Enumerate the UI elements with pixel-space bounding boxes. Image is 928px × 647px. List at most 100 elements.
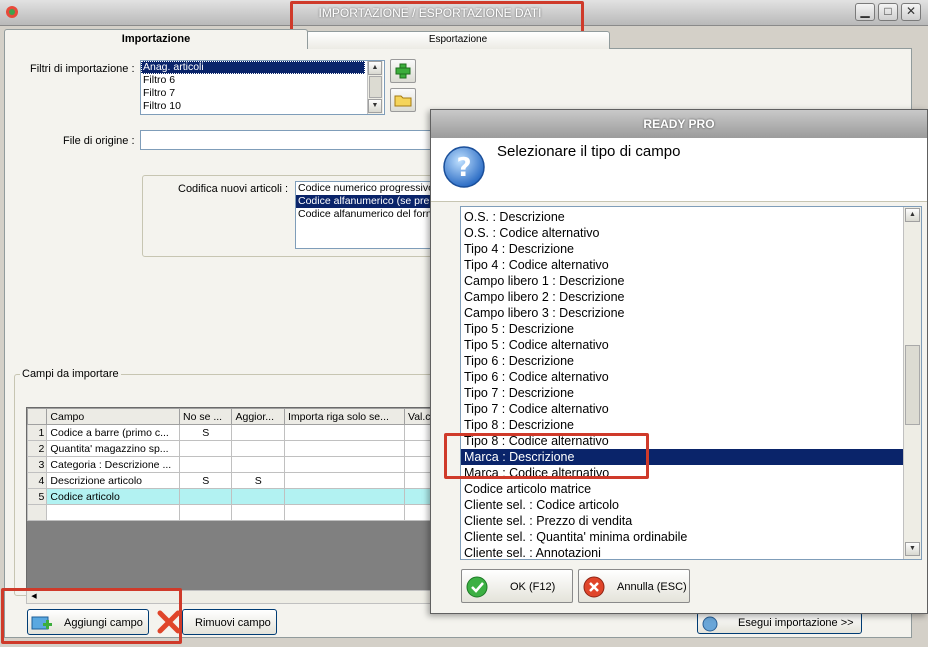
list-item[interactable]: Codice articolo matrice — [461, 481, 921, 497]
filters-scrollbar[interactable]: ▲ ▼ — [367, 61, 383, 114]
list-item[interactable]: O.S. : Codice alternativo — [461, 225, 921, 241]
grid-cell[interactable]: Categoria : Descrizione ... — [46, 456, 180, 473]
grid-cell[interactable]: Quantita' magazzino sp... — [46, 440, 180, 457]
scroll-down-arrow-icon[interactable]: ▼ — [905, 542, 920, 556]
open-filter-button[interactable] — [390, 88, 416, 112]
list-item[interactable]: Campo libero 3 : Descrizione — [461, 305, 921, 321]
grid-cell[interactable]: Codice a barre (primo c... — [46, 424, 180, 441]
row-number: 5 — [27, 488, 48, 505]
add-field-button[interactable]: Aggiungi campo — [27, 609, 149, 635]
column-header[interactable]: Importa riga solo se... — [283, 408, 405, 425]
ok-label: OK (F12) — [510, 581, 556, 593]
scroll-thumb[interactable] — [369, 76, 382, 98]
table-row[interactable]: 3 Categoria : Descrizione ... — [27, 456, 435, 473]
field-type-list[interactable]: O.S. : Descrizione O.S. : Codice alterna… — [460, 206, 922, 560]
filters-list[interactable]: Anag. articoli Filtro 6 Filtro 7 Filtro … — [140, 60, 385, 115]
grid-cell[interactable] — [283, 440, 405, 457]
table-row-current[interactable]: 5 Codice articolo — [27, 488, 435, 505]
codifica-item[interactable]: Codice alfanumerico del forn — [296, 208, 434, 221]
grid-cell[interactable]: S — [231, 472, 285, 489]
list-item[interactable]: Tipo 5 : Codice alternativo — [461, 337, 921, 353]
grid-cell[interactable] — [178, 440, 233, 457]
tab-esportazione[interactable]: Esportazione — [306, 31, 610, 49]
column-header[interactable]: No se ... — [178, 408, 233, 425]
grid-cell[interactable] — [231, 456, 285, 473]
list-item[interactable]: Cliente sel. : Quantita' minima ordinabi… — [461, 529, 921, 545]
minimize-button[interactable]: ▁ — [855, 3, 875, 21]
grid-cell[interactable]: Codice articolo — [46, 488, 180, 505]
list-item[interactable]: Campo libero 1 : Descrizione — [461, 273, 921, 289]
codifica-item[interactable]: Codice numerico progressivo — [296, 182, 434, 195]
list-item[interactable]: Tipo 6 : Codice alternativo — [461, 369, 921, 385]
list-item[interactable]: Tipo 4 : Descrizione — [461, 241, 921, 257]
app-icon — [6, 6, 18, 18]
grid-cell[interactable]: S — [178, 472, 233, 489]
run-icon — [702, 616, 718, 632]
fields-grid[interactable]: Campo No se ... Aggior... Importa riga s… — [26, 407, 436, 592]
grid-cell[interactable] — [283, 472, 405, 489]
maximize-button[interactable]: □ — [878, 3, 898, 21]
grid-cell[interactable] — [178, 456, 233, 473]
grid-cell[interactable] — [283, 456, 405, 473]
dialog-title[interactable]: READY PRO — [431, 110, 927, 138]
scroll-up-arrow-icon[interactable]: ▲ — [905, 208, 920, 222]
table-row[interactable]: 1 Codice a barre (primo c... S — [27, 424, 435, 441]
ok-button[interactable]: OK (F12) — [461, 569, 573, 603]
list-item[interactable]: Cliente sel. : Prezzo di vendita — [461, 513, 921, 529]
scroll-thumb[interactable] — [905, 345, 920, 425]
grid-cell[interactable]: Descrizione articolo — [46, 472, 180, 489]
filters-label: Filtri di importazione : — [30, 63, 135, 75]
grid-cell[interactable] — [283, 424, 405, 441]
grid-cell[interactable] — [283, 488, 405, 505]
scroll-up-arrow-icon[interactable]: ▲ — [368, 61, 382, 75]
grid-cell[interactable] — [231, 504, 285, 521]
file-origin-label: File di origine : — [63, 135, 135, 147]
grid-cell[interactable] — [231, 440, 285, 457]
grid-cell[interactable] — [283, 504, 405, 521]
check-icon — [466, 576, 488, 598]
close-button[interactable]: ✕ — [901, 3, 921, 21]
field-type-scrollbar[interactable]: ▲ ▼ — [903, 207, 921, 559]
grid-cell[interactable] — [231, 488, 285, 505]
codifica-list[interactable]: Codice numerico progressivo Codice alfan… — [295, 181, 435, 249]
run-import-button[interactable]: Esegui importazione >> — [697, 612, 862, 634]
list-item[interactable]: Cliente sel. : Annotazioni — [461, 545, 921, 559]
list-item[interactable]: Tipo 6 : Descrizione — [461, 353, 921, 369]
filter-item[interactable]: Filtro 6 — [141, 74, 384, 87]
list-item[interactable]: Tipo 5 : Descrizione — [461, 321, 921, 337]
scroll-down-arrow-icon[interactable]: ▼ — [368, 99, 382, 113]
cancel-button[interactable]: Annulla (ESC) — [578, 569, 690, 603]
filter-item[interactable]: Filtro 7 — [141, 87, 384, 100]
file-origin-input[interactable] — [140, 130, 432, 150]
filter-item[interactable]: Filtro 10 — [141, 100, 384, 113]
grid-cell[interactable] — [46, 504, 180, 521]
tab-importazione[interactable]: Importazione — [4, 29, 308, 49]
list-item[interactable]: O.S. : Descrizione — [461, 209, 921, 225]
grid-cell[interactable] — [178, 488, 233, 505]
grid-cell[interactable] — [231, 424, 285, 441]
remove-field-button[interactable]: Rimuovi campo — [182, 609, 277, 635]
add-filter-button[interactable] — [390, 59, 416, 83]
list-item[interactable]: Cliente sel. : Codice articolo — [461, 497, 921, 513]
table-row[interactable]: 2 Quantita' magazzino sp... — [27, 440, 435, 457]
column-header[interactable]: Aggior... — [231, 408, 285, 425]
svg-text:?: ? — [456, 153, 471, 183]
list-item[interactable]: Tipo 8 : Descrizione — [461, 417, 921, 433]
codifica-item[interactable]: Codice alfanumerico (se pre — [296, 195, 434, 208]
filter-item[interactable]: Anag. articoli — [141, 61, 365, 74]
column-header[interactable]: Campo — [46, 408, 180, 425]
table-row[interactable]: 4 Descrizione articolo S S — [27, 472, 435, 489]
row-number — [27, 504, 48, 521]
list-item[interactable]: Tipo 7 : Codice alternativo — [461, 401, 921, 417]
list-item[interactable]: Tipo 7 : Descrizione — [461, 385, 921, 401]
cancel-icon — [583, 576, 605, 598]
table-row-empty[interactable] — [27, 504, 435, 521]
list-item[interactable]: Campo libero 2 : Descrizione — [461, 289, 921, 305]
list-item[interactable]: Tipo 4 : Codice alternativo — [461, 257, 921, 273]
row-number: 2 — [27, 440, 48, 457]
codifica-label: Codifica nuovi articoli : — [178, 183, 289, 195]
grid-cell[interactable] — [178, 504, 233, 521]
fields-group-title: Campi da importare — [20, 368, 121, 380]
grid-cell[interactable]: S — [178, 424, 233, 441]
add-field-label: Aggiungi campo — [64, 617, 143, 629]
